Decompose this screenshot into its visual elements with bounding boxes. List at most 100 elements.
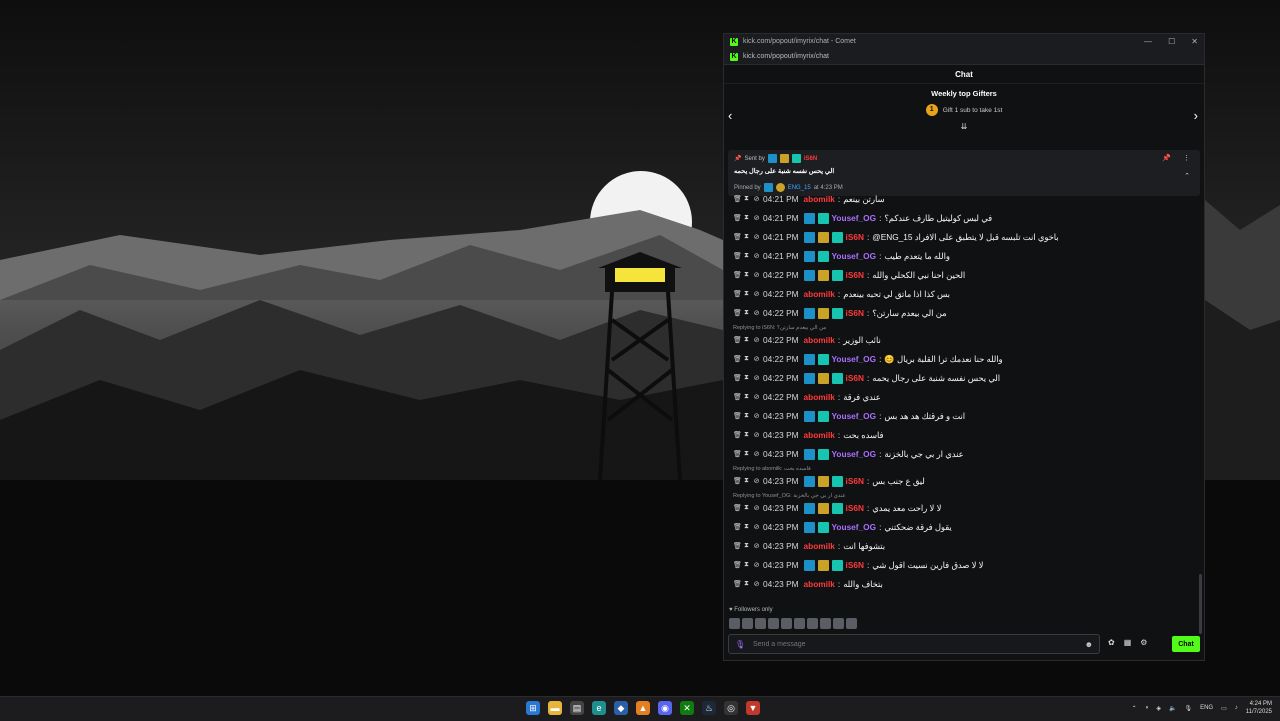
message-username[interactable]: iS6N [846, 503, 864, 513]
ban-icon[interactable]: ⊘ [753, 580, 760, 588]
reply-context[interactable]: Replying to abomilk: فاسده بحت [733, 466, 811, 474]
sound-icon[interactable]: ♪ [1235, 705, 1238, 711]
message-username[interactable]: iS6N [846, 308, 864, 318]
delete-icon[interactable]: 🗑 [733, 271, 742, 279]
message-username[interactable]: Yousef_OG [832, 354, 877, 364]
microphone-icon[interactable]: 🎙 [735, 640, 745, 649]
emote-icon[interactable] [742, 618, 753, 629]
emote-icon[interactable] [755, 618, 766, 629]
mic-tray-icon[interactable]: 🎙 [1184, 705, 1192, 712]
emote-icon[interactable] [807, 618, 818, 629]
ban-icon[interactable]: ⊘ [753, 336, 760, 344]
ban-icon[interactable]: ⊘ [753, 523, 760, 531]
message-username[interactable]: abomilk [804, 392, 835, 402]
ban-icon[interactable]: ⊘ [753, 374, 760, 382]
chat-scrollbar[interactable] [1199, 574, 1202, 634]
timeout-icon[interactable]: ⧗ [743, 290, 750, 298]
ban-icon[interactable]: ⊘ [753, 309, 760, 317]
ban-icon[interactable]: ⊘ [753, 431, 760, 439]
calendar-icon[interactable]: ▤ [570, 701, 584, 715]
timeout-icon[interactable]: ⧗ [743, 195, 750, 203]
chat-message[interactable]: 🗑 ⧗ ⊘ 04:23 PM iS6N: لا لا راحت معد يمدي [733, 501, 941, 515]
chat-message[interactable]: 🗑 ⧗ ⊘ 04:23 PM Yousef_OG: انت و فرقتك هد هد ب… [733, 409, 965, 423]
address-bar[interactable]: K kick.com/popout/imyrix/chat [724, 49, 1204, 65]
ban-icon[interactable]: ⊘ [753, 214, 760, 222]
message-username[interactable]: abomilk [804, 579, 835, 589]
chevron-up-icon[interactable]: ⌃ [1132, 705, 1137, 712]
message-username[interactable]: iS6N [846, 560, 864, 570]
message-username[interactable]: abomilk [804, 289, 835, 299]
timeout-icon[interactable]: ⧗ [743, 523, 750, 531]
gift-icon[interactable]: ✿ [1108, 638, 1115, 647]
ban-icon[interactable]: ⊘ [753, 233, 760, 241]
delete-icon[interactable]: 🗑 [733, 431, 742, 439]
ban-icon[interactable]: ⊘ [753, 195, 760, 203]
ban-icon[interactable]: ⊘ [753, 477, 760, 485]
message-username[interactable]: Yousef_OG [832, 522, 877, 532]
minimize-button[interactable]: — [1144, 37, 1152, 46]
emote-icon[interactable] [729, 618, 740, 629]
chat-message[interactable]: 🗑 ⧗ ⊘ 04:22 PM Yousef_OG: 😊 والله حنا نعدمك ت… [733, 352, 1003, 366]
chat-message[interactable]: 🗑 ⧗ ⊘ 04:23 PM Yousef_OG: يقول فرقة ضحكتني [733, 520, 952, 534]
volume-icon[interactable]: 🔈 [1169, 705, 1176, 712]
delete-icon[interactable]: 🗑 [733, 195, 742, 203]
message-username[interactable]: Yousef_OG [832, 449, 877, 459]
collapse-icon[interactable]: ⇊ [724, 122, 1204, 131]
delete-icon[interactable]: 🗑 [733, 561, 742, 569]
chat-message[interactable]: 🗑 ⧗ ⊘ 04:21 PM iS6N: @ENG_15 باخوي انت تلبسه … [733, 230, 1059, 244]
timeout-icon[interactable]: ⧗ [743, 412, 750, 420]
delete-icon[interactable]: 🗑 [733, 542, 742, 550]
delete-icon[interactable]: 🗑 [733, 336, 742, 344]
delete-icon[interactable]: 🗑 [733, 477, 742, 485]
timeout-icon[interactable]: ⧗ [743, 393, 750, 401]
window-titlebar[interactable]: K kick.com/popout/imyrix/chat - Comet — … [724, 34, 1204, 49]
chat-message[interactable]: 🗑 ⧗ ⊘ 04:22 PM iS6N: الحين احنا نبي الكحلي وا… [733, 268, 965, 282]
emote-icon[interactable] [768, 618, 779, 629]
emote-icon[interactable] [820, 618, 831, 629]
maximize-button[interactable]: ☐ [1168, 37, 1175, 46]
leaderboard-icon[interactable]: ▦ [1124, 638, 1132, 647]
delete-icon[interactable]: 🗑 [733, 523, 742, 531]
message-username[interactable]: abomilk [804, 430, 835, 440]
ban-icon[interactable]: ⊘ [753, 290, 760, 298]
steam-icon[interactable]: ♨ [702, 701, 716, 715]
ban-icon[interactable]: ⊘ [753, 252, 760, 260]
delete-icon[interactable]: 🗑 [733, 412, 742, 420]
timeout-icon[interactable]: ⧗ [743, 214, 750, 222]
ban-icon[interactable]: ⊘ [753, 504, 760, 512]
chat-message[interactable]: 🗑 ⧗ ⊘ 04:23 PM iS6N: لا لا صدق فارين نسيت اقو… [733, 558, 983, 572]
chat-message[interactable]: 🗑 ⧗ ⊘ 04:22 PM abomilk: عندي فرقة [733, 390, 881, 404]
network-icon[interactable]: ◈ [1156, 705, 1161, 712]
app-icon[interactable]: ◎ [724, 701, 738, 715]
chat-message[interactable]: 🗑 ⧗ ⊘ 04:22 PM abomilk: بس كذا اذا ماتق لي تح… [733, 287, 950, 301]
emote-icon[interactable] [794, 618, 805, 629]
delete-icon[interactable]: 🗑 [733, 504, 742, 512]
delete-icon[interactable]: 🗑 [733, 393, 742, 401]
message-input[interactable] [751, 639, 1085, 649]
delete-icon[interactable]: 🗑 [733, 214, 742, 222]
unpin-icon[interactable]: 📌 [1162, 154, 1171, 162]
message-username[interactable]: iS6N [846, 232, 864, 242]
timeout-icon[interactable]: ⧗ [743, 431, 750, 439]
chat-send-button[interactable]: Chat [1172, 636, 1200, 652]
settings-gear-icon[interactable]: ⚙ [1140, 638, 1147, 647]
delete-icon[interactable]: 🗑 [733, 252, 742, 260]
chat-message[interactable]: 🗑 ⧗ ⊘ 04:23 PM abomilk: فاسده بحت [733, 428, 883, 442]
chat-message[interactable]: 🗑 ⧗ ⊘ 04:23 PM Yousef_OG: عندي ار بي جي بالخز… [733, 447, 964, 461]
ban-icon[interactable]: ⊘ [753, 542, 760, 550]
timeout-icon[interactable]: ⧗ [743, 271, 750, 279]
chat-message[interactable]: 🗑 ⧗ ⊘ 04:23 PM abomilk: بتشوفها انت [733, 539, 885, 553]
pinned-sender[interactable]: iS6N [804, 156, 817, 162]
message-username[interactable]: Yousef_OG [832, 411, 877, 421]
timeout-icon[interactable]: ⧗ [743, 233, 750, 241]
message-username[interactable]: iS6N [846, 270, 864, 280]
message-username[interactable]: Yousef_OG [832, 213, 877, 223]
prev-arrow-icon[interactable]: ‹ [728, 108, 732, 123]
chat-message[interactable]: 🗑 ⧗ ⊘ 04:23 PM iS6N: ليق ع جنب بس [733, 474, 925, 488]
clock[interactable]: 4:24 PM 11/7/2025 [1246, 700, 1272, 716]
message-username[interactable]: abomilk [804, 541, 835, 551]
ban-icon[interactable]: ⊘ [753, 393, 760, 401]
timeout-icon[interactable]: ⧗ [743, 374, 750, 382]
timeout-icon[interactable]: ⧗ [743, 355, 750, 363]
emote-icon[interactable] [781, 618, 792, 629]
